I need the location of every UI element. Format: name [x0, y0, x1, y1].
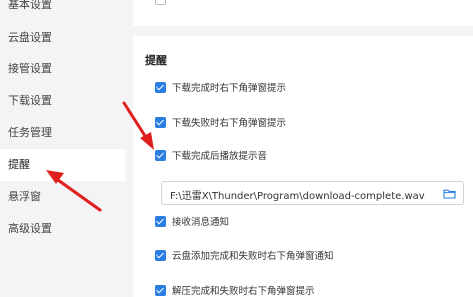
- option-label: 云盘添加完成和失败时右下角弹窗通知: [172, 251, 334, 262]
- check-icon[interactable]: [155, 249, 166, 261]
- check-icon[interactable]: [155, 81, 166, 93]
- sidebar-item-tasks[interactable]: 任务管理: [0, 117, 125, 149]
- check-icon[interactable]: [155, 284, 166, 296]
- check-icon[interactable]: [155, 215, 166, 227]
- check-icon[interactable]: [155, 149, 166, 161]
- section-title-reminder: 提醒: [145, 54, 167, 67]
- option-download-complete-popup[interactable]: 下载完成时右下角弹窗提示: [155, 80, 286, 94]
- settings-sidebar: 基本设置 云盘设置 接管设置 下载设置 任务管理 提醒 悬浮窗 高级设置: [0, 0, 125, 297]
- option-unzip-popup[interactable]: 解压完成和失败时右下角弹窗提示: [155, 283, 315, 297]
- sidebar-item-basic[interactable]: 基本设置: [0, 0, 125, 21]
- sidebar-item-cloud[interactable]: 云盘设置: [0, 22, 125, 54]
- sidebar-item-floating-window[interactable]: 悬浮窗: [0, 181, 125, 213]
- sidebar-item-advanced[interactable]: 高级设置: [0, 213, 125, 245]
- option-label: 下载完成时右下角弹窗提示: [172, 83, 287, 94]
- option-label: 下载完成后播放提示音: [172, 151, 268, 162]
- option-play-sound[interactable]: 下载完成后播放提示音: [155, 148, 267, 162]
- sound-path-value: F:\迅雷X\Thunder\Program\download-complete…: [170, 191, 425, 202]
- option-receive-notifications[interactable]: 接收消息通知: [155, 214, 229, 228]
- sidebar-item-download[interactable]: 下载设置: [0, 85, 125, 117]
- folder-icon[interactable]: [443, 188, 456, 199]
- check-icon[interactable]: [155, 116, 166, 128]
- option-cloud-add-popup[interactable]: 云盘添加完成和失败时右下角弹窗通知: [155, 248, 334, 262]
- option-label: 解压完成和失败时右下角弹窗提示: [172, 286, 315, 297]
- sound-path-field[interactable]: F:\迅雷X\Thunder\Program\download-complete…: [161, 181, 464, 205]
- option-download-failed-popup[interactable]: 下载失败时右下角弹窗提示: [155, 115, 286, 129]
- option-label: 接收消息通知: [172, 217, 230, 228]
- previous-section-checkbox[interactable]: [155, 0, 166, 5]
- sidebar-item-reminder[interactable]: 提醒: [0, 149, 125, 181]
- sidebar-item-takeover[interactable]: 接管设置: [0, 53, 125, 85]
- option-label: 下载失败时右下角弹窗提示: [172, 118, 287, 129]
- previous-section-panel: [133, 0, 473, 26]
